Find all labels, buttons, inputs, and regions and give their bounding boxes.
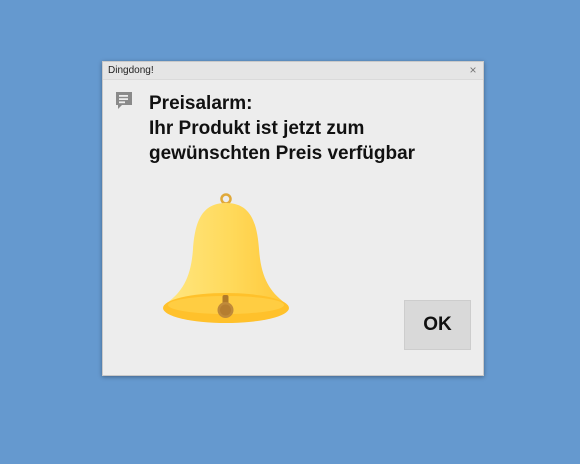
message-line-2: Ihr Produkt ist jetzt zum (149, 118, 365, 139)
close-icon[interactable]: × (467, 64, 479, 76)
bell-icon (163, 193, 289, 323)
dialog-title: Dingdong! (108, 65, 154, 76)
dialog-window: Dingdong! × Preisalarm: Ihr Produkt ist … (102, 61, 484, 376)
message-text: Preisalarm: Ihr Produkt ist jetzt zum ge… (149, 91, 469, 166)
message-line-1: Preisalarm: (149, 93, 253, 114)
message-icon (116, 92, 132, 109)
dialog-titlebar[interactable]: Dingdong! × (103, 62, 483, 80)
message-line-3: gewünschten Preis verfügbar (149, 143, 416, 164)
ok-button[interactable]: OK (404, 300, 471, 350)
